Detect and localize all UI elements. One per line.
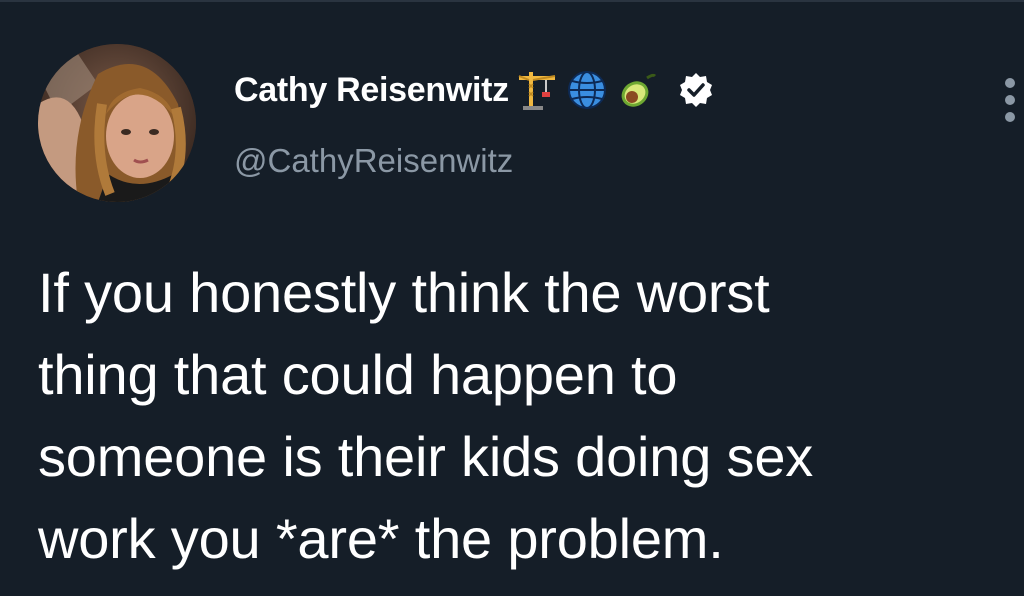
author-name-row: Cathy Reisenwitz [234,68,715,112]
construction-crane-icon [515,68,559,112]
tweet-text: If you honestly think the worst thing th… [38,252,998,580]
tweet-text-line: thing that could happen to [38,343,678,406]
verified-badge-icon [677,71,715,109]
avatar[interactable] [38,44,196,202]
tweet-card: Cathy Reisenwitz @CathyReisenwitz If you… [0,0,1024,596]
globe-icon [565,68,609,112]
author-handle[interactable]: @CathyReisenwitz [234,142,513,180]
more-options-icon[interactable] [996,78,1024,122]
author-display-name[interactable]: Cathy Reisenwitz [234,71,509,110]
tweet-text-line: work you *are* the problem. [38,507,724,570]
avocado-icon [615,68,659,112]
tweet-text-line: someone is their kids doing sex [38,425,814,488]
tweet-text-line: If you honestly think the worst [38,261,770,324]
